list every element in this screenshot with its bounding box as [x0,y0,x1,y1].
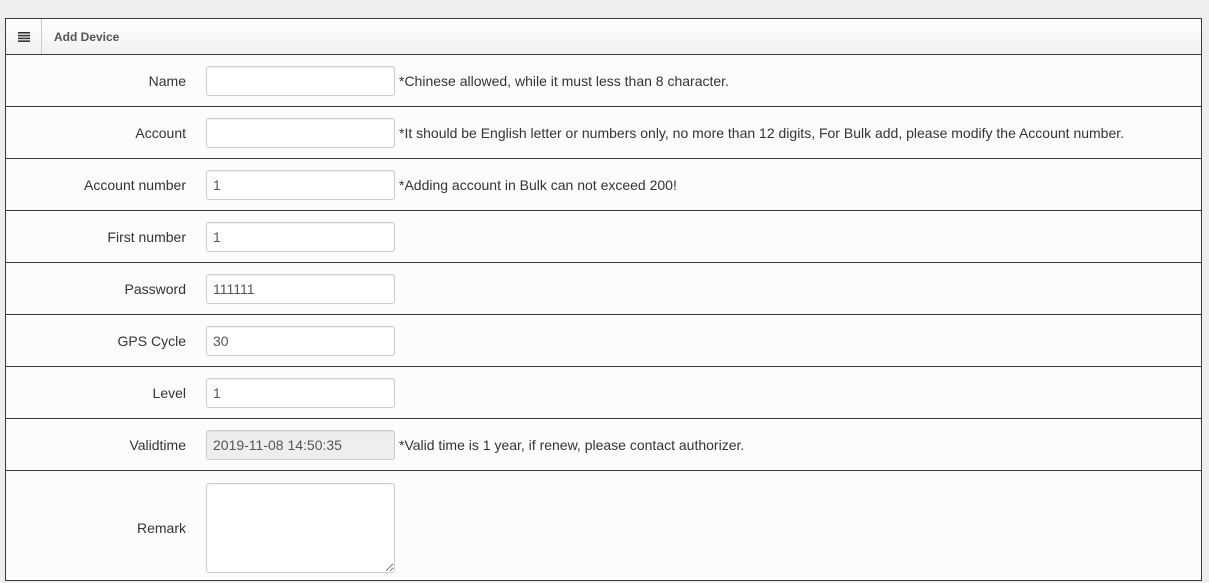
account-number-label: Account number [84,176,186,193]
validtime-label: Validtime [129,436,186,453]
form-row-password: Password [6,263,1201,315]
gps-cycle-label: GPS Cycle [117,332,186,349]
first-number-label: First number [107,228,186,245]
form-row-validtime: Validtime *Valid time is 1 year, if rene… [6,419,1201,471]
gps-cycle-input[interactable] [206,325,395,356]
name-label: Name [148,72,186,89]
account-number-input[interactable] [206,169,395,200]
validtime-hint: *Valid time is 1 year, if renew, please … [399,436,745,453]
name-input[interactable] [206,65,395,96]
level-label: Level [152,384,186,401]
password-input[interactable] [206,273,395,304]
remark-label: Remark [136,519,186,536]
password-label: Password [124,280,186,297]
add-device-panel: Add Device Name *Chinese allowed, while … [5,18,1202,581]
account-hint: *It should be English letter or numbers … [399,124,1125,141]
form-row-gps-cycle: GPS Cycle [6,315,1201,367]
form-row-level: Level [6,367,1201,419]
form-row-remark: Remark [6,471,1201,580]
remark-textarea[interactable] [206,482,395,573]
panel-header: Add Device [6,19,1201,55]
account-input[interactable] [206,117,395,148]
form-row-first-number: First number [6,211,1201,263]
first-number-input[interactable] [206,221,395,252]
form-row-account: Account *It should be English letter or … [6,107,1201,159]
validtime-input [206,429,395,460]
account-number-hint: *Adding account in Bulk can not exceed 2… [399,176,677,193]
name-hint: *Chinese allowed, while it must less tha… [399,72,729,89]
level-input[interactable] [206,377,395,408]
form-row-account-number: Account number *Adding account in Bulk c… [6,159,1201,211]
list-icon[interactable] [6,19,42,54]
form-row-name: Name *Chinese allowed, while it must les… [6,55,1201,107]
panel-title: Add Device [54,29,120,44]
account-label: Account [135,124,186,141]
